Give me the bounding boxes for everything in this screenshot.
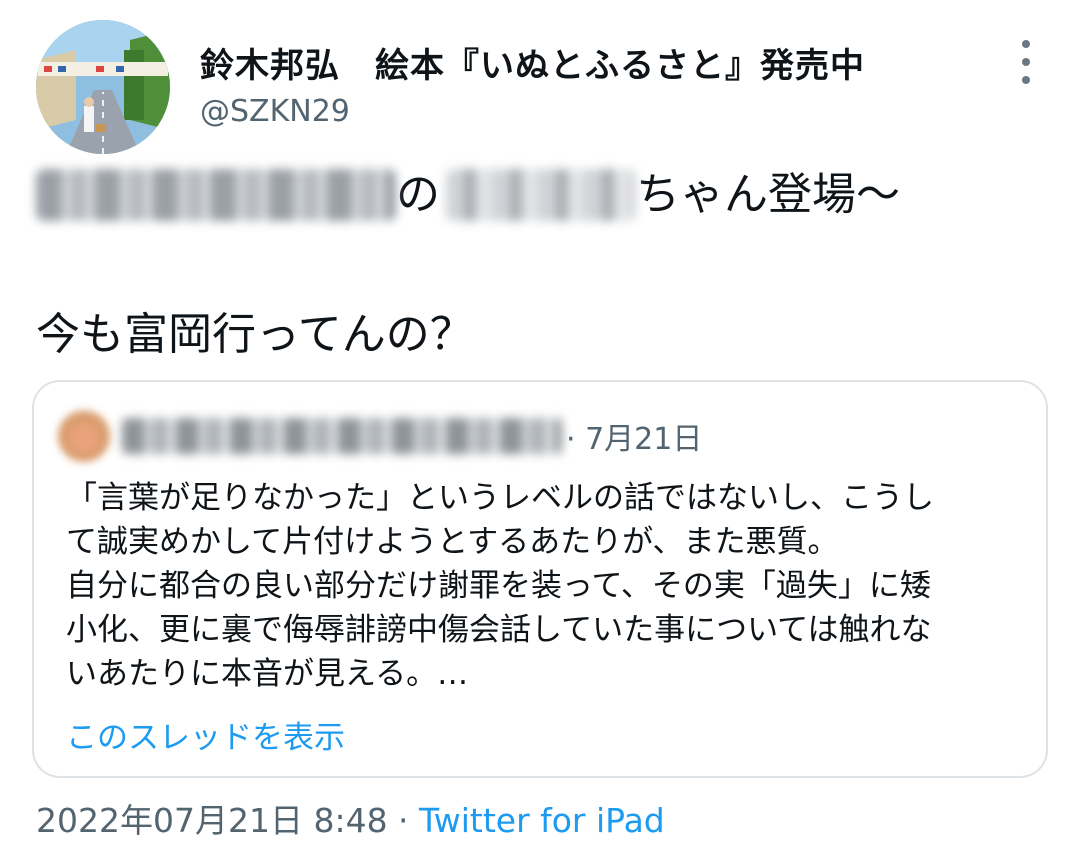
tweet-text: の ちゃん登場〜 今も富岡行ってんの？ (36, 160, 900, 370)
tweet-fragment: ちゃん登場〜 (636, 169, 900, 220)
author-handle[interactable]: @SZKN29 (200, 94, 350, 129)
quoted-text-line: いあたりに本音が見える。… (66, 656, 469, 692)
quoted-tweet-text: 「言葉が足りなかった」というレベルの話ではないし、こうし て誠実めかして片付けよ… (66, 476, 1026, 696)
dot-icon (1022, 58, 1030, 66)
redacted-text (446, 169, 636, 221)
dot-icon (1022, 40, 1030, 48)
tweet-timestamp[interactable]: 2022年07月21日 8:48 · (36, 801, 419, 840)
tweet-client-link[interactable]: Twitter for iPad (419, 801, 665, 840)
quoted-text-line: 「言葉が足りなかった」というレベルの話ではないし、こうし (66, 480, 934, 516)
quoted-tweet-card[interactable]: · 7月21日 「言葉が足りなかった」というレベルの話ではないし、こうし て誠実… (32, 380, 1048, 778)
redacted-quoted-author-name (122, 418, 562, 454)
tweet-line-1: の ちゃん登場〜 (36, 160, 900, 230)
quoted-text-line: 小化、更に裏で侮辱誹謗中傷会話していた事については触れな (66, 612, 932, 648)
tweet-fragment: の (396, 169, 440, 220)
avatar-street-illustration (36, 20, 170, 154)
quoted-tweet-date: · 7月21日 (566, 422, 703, 457)
show-thread-link[interactable]: このスレッドを表示 (66, 712, 345, 757)
dot-icon (1022, 76, 1030, 84)
tweet-footer: 2022年07月21日 8:48 · Twitter for iPad (36, 794, 665, 842)
quoted-text-line: 自分に都合の良い部分だけ謝罪を装って、その実「過失」に矮 (66, 568, 931, 604)
quoted-text-line: て誠実めかして片付けようとするあたりが、また悪質。 (66, 524, 839, 560)
more-options-icon[interactable] (1014, 40, 1038, 84)
author-name[interactable]: 鈴木邦弘 絵本『いぬとふるさと』発売中 (200, 38, 865, 87)
redacted-text (36, 169, 396, 221)
author-avatar[interactable] (36, 20, 170, 154)
quoted-author-avatar (58, 410, 110, 462)
tweet-line-2: 今も富岡行ってんの？ (36, 309, 474, 360)
